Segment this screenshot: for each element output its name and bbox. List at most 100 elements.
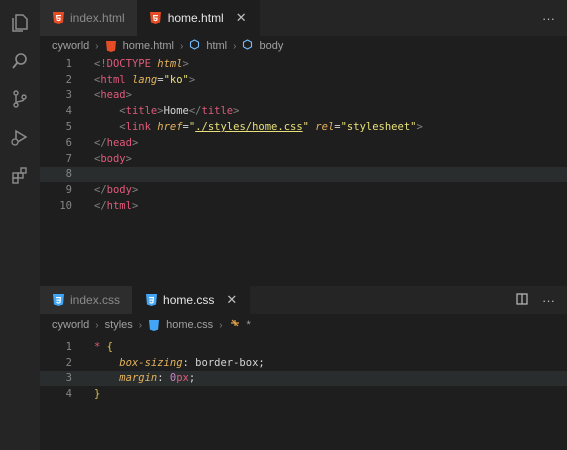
run-debug-icon[interactable] <box>7 124 33 150</box>
chevron-right-icon: › <box>180 40 184 52</box>
token: { <box>100 340 113 353</box>
code-line-current: 3 margin: 0px; <box>40 370 567 387</box>
tab-label: home.html <box>167 11 224 25</box>
html-file-icon <box>52 12 64 24</box>
line-number: 3 <box>65 372 72 385</box>
token: <! <box>94 57 107 70</box>
token[interactable]: ./styles/home.css <box>195 121 302 133</box>
token: > <box>188 73 196 86</box>
symbol-icon <box>189 39 200 53</box>
html-file-icon <box>105 40 117 52</box>
code-editor[interactable]: 1 <!DOCTYPE html> 2 <html lang="ko"> 3 <… <box>40 56 567 214</box>
source-control-icon[interactable] <box>7 86 33 112</box>
files-icon[interactable] <box>7 10 33 36</box>
activity-bar <box>0 0 40 450</box>
line-number: 2 <box>65 73 72 86</box>
token: </ <box>188 105 202 118</box>
tab-index-html[interactable]: index.html <box>40 0 138 36</box>
code-line: 10 </html> <box>40 198 567 214</box>
css-file-icon <box>145 294 157 306</box>
line-number: 9 <box>65 184 72 197</box>
code-line: 1 <!DOCTYPE html> <box>40 56 567 72</box>
line-number: 1 <box>65 340 72 353</box>
more-actions-icon[interactable]: ··· <box>542 293 555 308</box>
css-file-icon <box>148 319 160 331</box>
line-number: 5 <box>65 121 72 134</box>
line-number: 4 <box>65 105 72 118</box>
breadcrumb-item[interactable]: home.css <box>166 319 213 331</box>
code-line: 3 <head> <box>40 88 567 104</box>
editor-top-pane: index.html home.html ✕ ··· cyworld › hom… <box>40 0 567 214</box>
line-number: 3 <box>65 89 72 102</box>
extensions-icon[interactable] <box>7 162 33 188</box>
breadcrumb-item[interactable]: * <box>247 319 251 331</box>
chevron-right-icon: › <box>138 319 143 331</box>
breadcrumb-item[interactable]: home.html <box>123 40 174 52</box>
search-icon[interactable] <box>7 48 33 74</box>
tab-bar: index.css home.css ✕ ··· <box>40 286 567 315</box>
token: body <box>100 152 126 165</box>
breadcrumb-item[interactable]: body <box>259 40 283 52</box>
token: title <box>201 105 234 118</box>
token: : <box>157 372 170 385</box>
code-line: 4 <title>Home</title> <box>40 103 567 119</box>
token: rel <box>308 121 335 134</box>
token: html <box>106 200 132 213</box>
token: > <box>233 105 240 118</box>
line-number: 2 <box>65 356 72 369</box>
breadcrumb: cyworld › styles › home.css › * <box>40 317 567 333</box>
token: } <box>94 388 101 401</box>
code-editor[interactable]: 1 * { 2 box-sizing: border-box; 3 margin… <box>40 339 567 402</box>
breadcrumb-item[interactable]: html <box>206 40 227 52</box>
token: DOCTYPE <box>106 57 151 70</box>
tab-label: home.css <box>163 293 215 307</box>
token: Home <box>163 105 189 118</box>
chevron-right-icon: › <box>95 40 99 52</box>
token: html <box>100 73 126 86</box>
token: "stylesheet" <box>340 121 417 134</box>
code-line: 1 * { <box>40 339 567 355</box>
token: head <box>100 89 126 102</box>
token: > <box>125 152 132 165</box>
token: link <box>125 121 151 134</box>
selector-symbol-icon <box>229 318 241 332</box>
breadcrumb: cyworld › home.html › html › body <box>40 38 567 54</box>
token: > <box>131 200 139 213</box>
code-line: 7 <body> <box>40 151 567 167</box>
token: lang <box>125 73 158 86</box>
tab-label: index.css <box>70 293 121 307</box>
tab-bar: index.html home.html ✕ ··· <box>40 0 567 37</box>
close-icon[interactable]: ✕ <box>236 10 247 26</box>
token: > <box>131 184 139 197</box>
token: > <box>131 136 139 149</box>
token: > <box>182 57 189 70</box>
more-actions-icon[interactable]: ··· <box>542 11 555 26</box>
token: href <box>150 121 183 134</box>
split-editor-icon[interactable] <box>516 292 528 308</box>
css-file-icon <box>52 294 64 306</box>
symbol-icon <box>242 39 253 53</box>
code-line-current: 8 <box>40 166 567 183</box>
line-number: 4 <box>65 388 72 401</box>
tab-home-html[interactable]: home.html ✕ <box>137 0 260 36</box>
tab-index-css[interactable]: index.css <box>40 286 134 314</box>
token: ; <box>188 372 196 385</box>
code-line: 9 </body> <box>40 182 567 198</box>
html-file-icon <box>150 12 162 24</box>
tab-label: index.html <box>70 11 125 25</box>
tab-home-css[interactable]: home.css ✕ <box>133 286 251 314</box>
close-icon[interactable]: ✕ <box>226 292 237 308</box>
token: box-sizing <box>119 356 183 369</box>
token: : <box>182 356 196 369</box>
token: </ <box>94 200 107 213</box>
token: </ <box>94 184 107 197</box>
line-number: 8 <box>65 168 72 181</box>
code-line: 6 </head> <box>40 135 567 151</box>
token: body <box>106 184 132 197</box>
breadcrumb-item[interactable]: cyworld <box>52 40 89 52</box>
line-number: 1 <box>65 57 72 70</box>
breadcrumb-item[interactable]: styles <box>105 319 133 331</box>
chevron-right-icon: › <box>219 319 223 331</box>
breadcrumb-item[interactable]: cyworld <box>52 319 89 331</box>
code-line: 2 <html lang="ko"> <box>40 72 567 88</box>
